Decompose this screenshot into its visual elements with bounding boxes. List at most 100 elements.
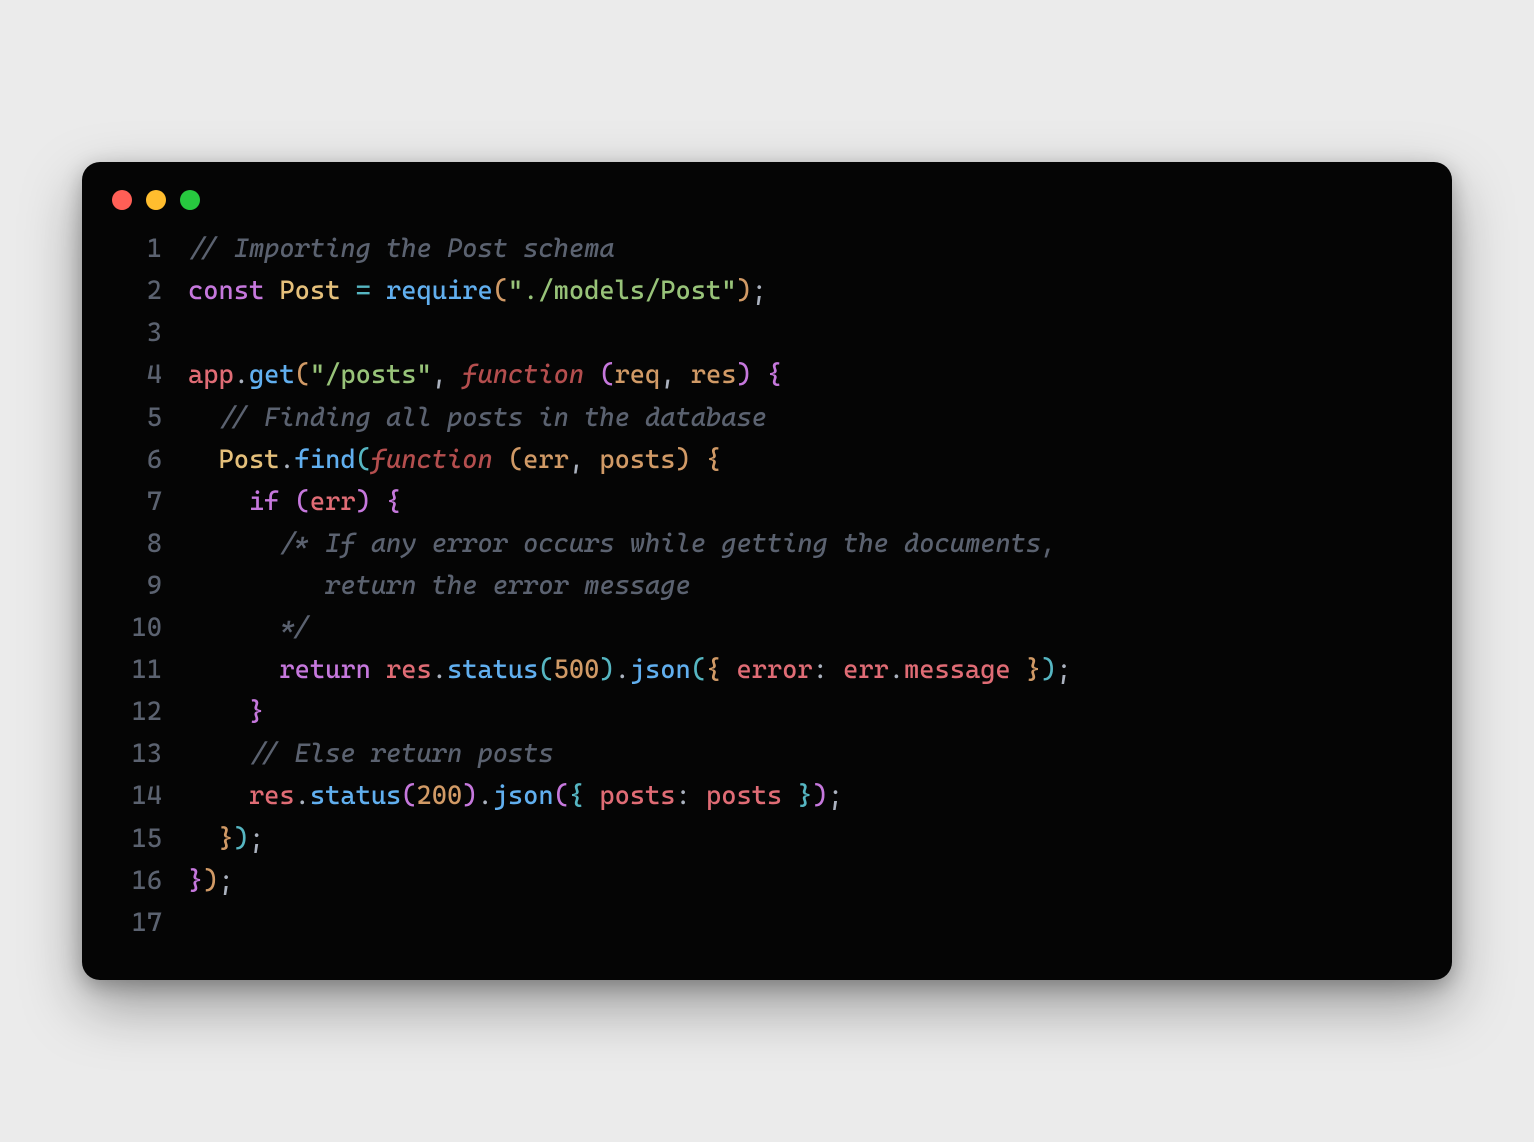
code-line: 1// Importing the Post schema (110, 228, 1424, 270)
token: posts (599, 445, 675, 475)
code-content: } (188, 691, 1424, 733)
minimize-icon[interactable] (146, 190, 166, 210)
line-number: 10 (110, 607, 188, 649)
line-number: 9 (110, 565, 188, 607)
line-number: 16 (110, 860, 188, 902)
token: Post (218, 445, 279, 475)
token: // Importing the Post schema (188, 234, 615, 264)
token: . (234, 360, 249, 390)
code-line: 15 }); (110, 818, 1424, 860)
token: . (279, 445, 294, 475)
token: } (249, 697, 264, 727)
token: ) (203, 866, 218, 896)
token: ( (401, 781, 416, 811)
token: { (706, 655, 721, 685)
token: */ (279, 613, 309, 643)
token: err (843, 655, 889, 685)
token: json (630, 655, 691, 685)
line-number: 6 (110, 439, 188, 481)
line-number: 4 (110, 354, 188, 396)
code-content: /* If any error occurs while getting the… (188, 523, 1424, 565)
token: ) (234, 824, 249, 854)
page-stage: 1// Importing the Post schema2const Post… (0, 0, 1534, 1142)
token: ( (599, 360, 614, 390)
token: 200 (417, 781, 463, 811)
token: , (432, 360, 462, 390)
token: ( (493, 276, 508, 306)
token: err (310, 487, 356, 517)
token: { (569, 781, 584, 811)
token (371, 487, 386, 517)
token: return the error message (188, 571, 691, 601)
token: status (310, 781, 401, 811)
token (188, 739, 249, 769)
token: . (889, 655, 904, 685)
code-content: }); (188, 860, 1424, 902)
token: error (736, 655, 812, 685)
code-line: 10 */ (110, 607, 1424, 649)
line-number: 7 (110, 481, 188, 523)
token: } (188, 866, 203, 896)
token: function (371, 445, 493, 475)
token: "./models/Post" (508, 276, 737, 306)
code-editor: 1// Importing the Post schema2const Post… (82, 228, 1452, 944)
token (279, 487, 294, 517)
close-icon[interactable] (112, 190, 132, 210)
token: const (188, 276, 264, 306)
token: status (447, 655, 538, 685)
token (188, 403, 218, 433)
token: ) (1041, 655, 1056, 685)
code-line: 9 return the error message (110, 565, 1424, 607)
zoom-icon[interactable] (180, 190, 200, 210)
token (721, 655, 736, 685)
code-window: 1// Importing the Post schema2const Post… (82, 162, 1452, 980)
code-content: return the error message (188, 565, 1424, 607)
token: ) (676, 445, 691, 475)
token (188, 613, 279, 643)
token: json (493, 781, 554, 811)
token (584, 781, 599, 811)
token (188, 824, 218, 854)
token: ( (691, 655, 706, 685)
code-content: }); (188, 818, 1424, 860)
token: res (691, 360, 737, 390)
token (264, 276, 279, 306)
line-number: 12 (110, 691, 188, 733)
token: ; (752, 276, 767, 306)
token: { (767, 360, 782, 390)
token: message (904, 655, 1011, 685)
token: . (295, 781, 310, 811)
code-line: 13 // Else return posts (110, 733, 1424, 775)
line-number: 11 (110, 649, 188, 691)
token (371, 276, 386, 306)
token: { (706, 445, 721, 475)
token: ( (295, 487, 310, 517)
line-number: 2 (110, 270, 188, 312)
code-content: // Finding all posts in the database (188, 397, 1424, 439)
code-content: res.status(200).json({ posts: posts }); (188, 775, 1424, 817)
token: ) (813, 781, 828, 811)
token: } (1026, 655, 1041, 685)
code-line: 12 } (110, 691, 1424, 733)
token: return (279, 655, 370, 685)
code-line: 16}); (110, 860, 1424, 902)
token (1011, 655, 1026, 685)
code-content (188, 312, 1424, 354)
token (188, 655, 279, 685)
token: . (477, 781, 492, 811)
window-titlebar (82, 162, 1452, 228)
code-line: 4app.get("/posts", function (req, res) { (110, 354, 1424, 396)
token: app (188, 360, 234, 390)
token: req (615, 360, 661, 390)
code-content: Post.find(function (err, posts) { (188, 439, 1424, 481)
token: { (386, 487, 401, 517)
token (371, 655, 386, 685)
token: : (676, 781, 706, 811)
token: . (615, 655, 630, 685)
token: = (356, 276, 371, 306)
token (493, 445, 508, 475)
code-line: 5 // Finding all posts in the database (110, 397, 1424, 439)
line-number: 8 (110, 523, 188, 565)
token: find (295, 445, 356, 475)
token: ) (599, 655, 614, 685)
